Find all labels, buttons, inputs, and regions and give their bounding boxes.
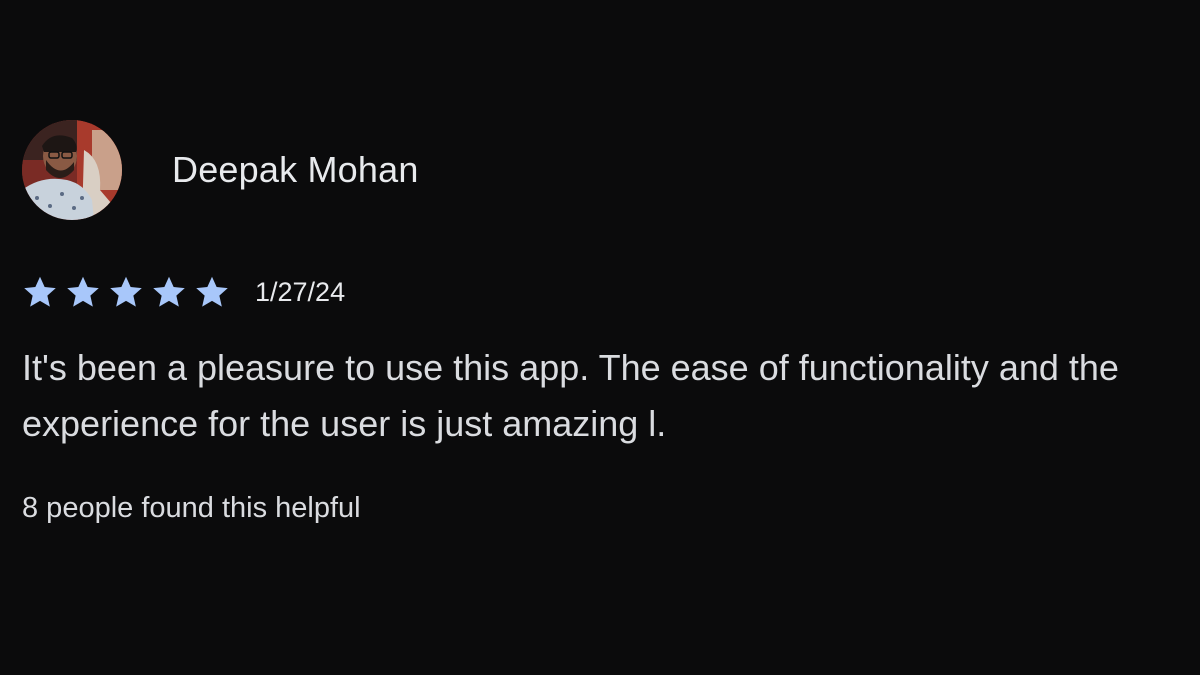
star-icon xyxy=(196,276,228,307)
star-icon xyxy=(110,276,142,307)
avatar-photo-icon xyxy=(22,120,122,220)
reviewer-name: Deepak Mohan xyxy=(172,149,419,190)
star-icon xyxy=(67,276,99,307)
avatar[interactable] xyxy=(22,120,122,220)
review-card: Deepak Mohan 1/27/24 It's been a pleasur… xyxy=(0,0,1200,675)
rating-row: 1/27/24 xyxy=(22,274,345,310)
star-icon xyxy=(153,276,185,307)
review-date: 1/27/24 xyxy=(255,276,346,307)
review-header: Deepak Mohan xyxy=(22,120,419,220)
star-icon xyxy=(24,276,56,307)
star-rating xyxy=(22,274,230,310)
review-text: It's been a pleasure to use this app. Th… xyxy=(22,347,1119,444)
helpful-count: 8 people found this helpful xyxy=(22,492,361,524)
